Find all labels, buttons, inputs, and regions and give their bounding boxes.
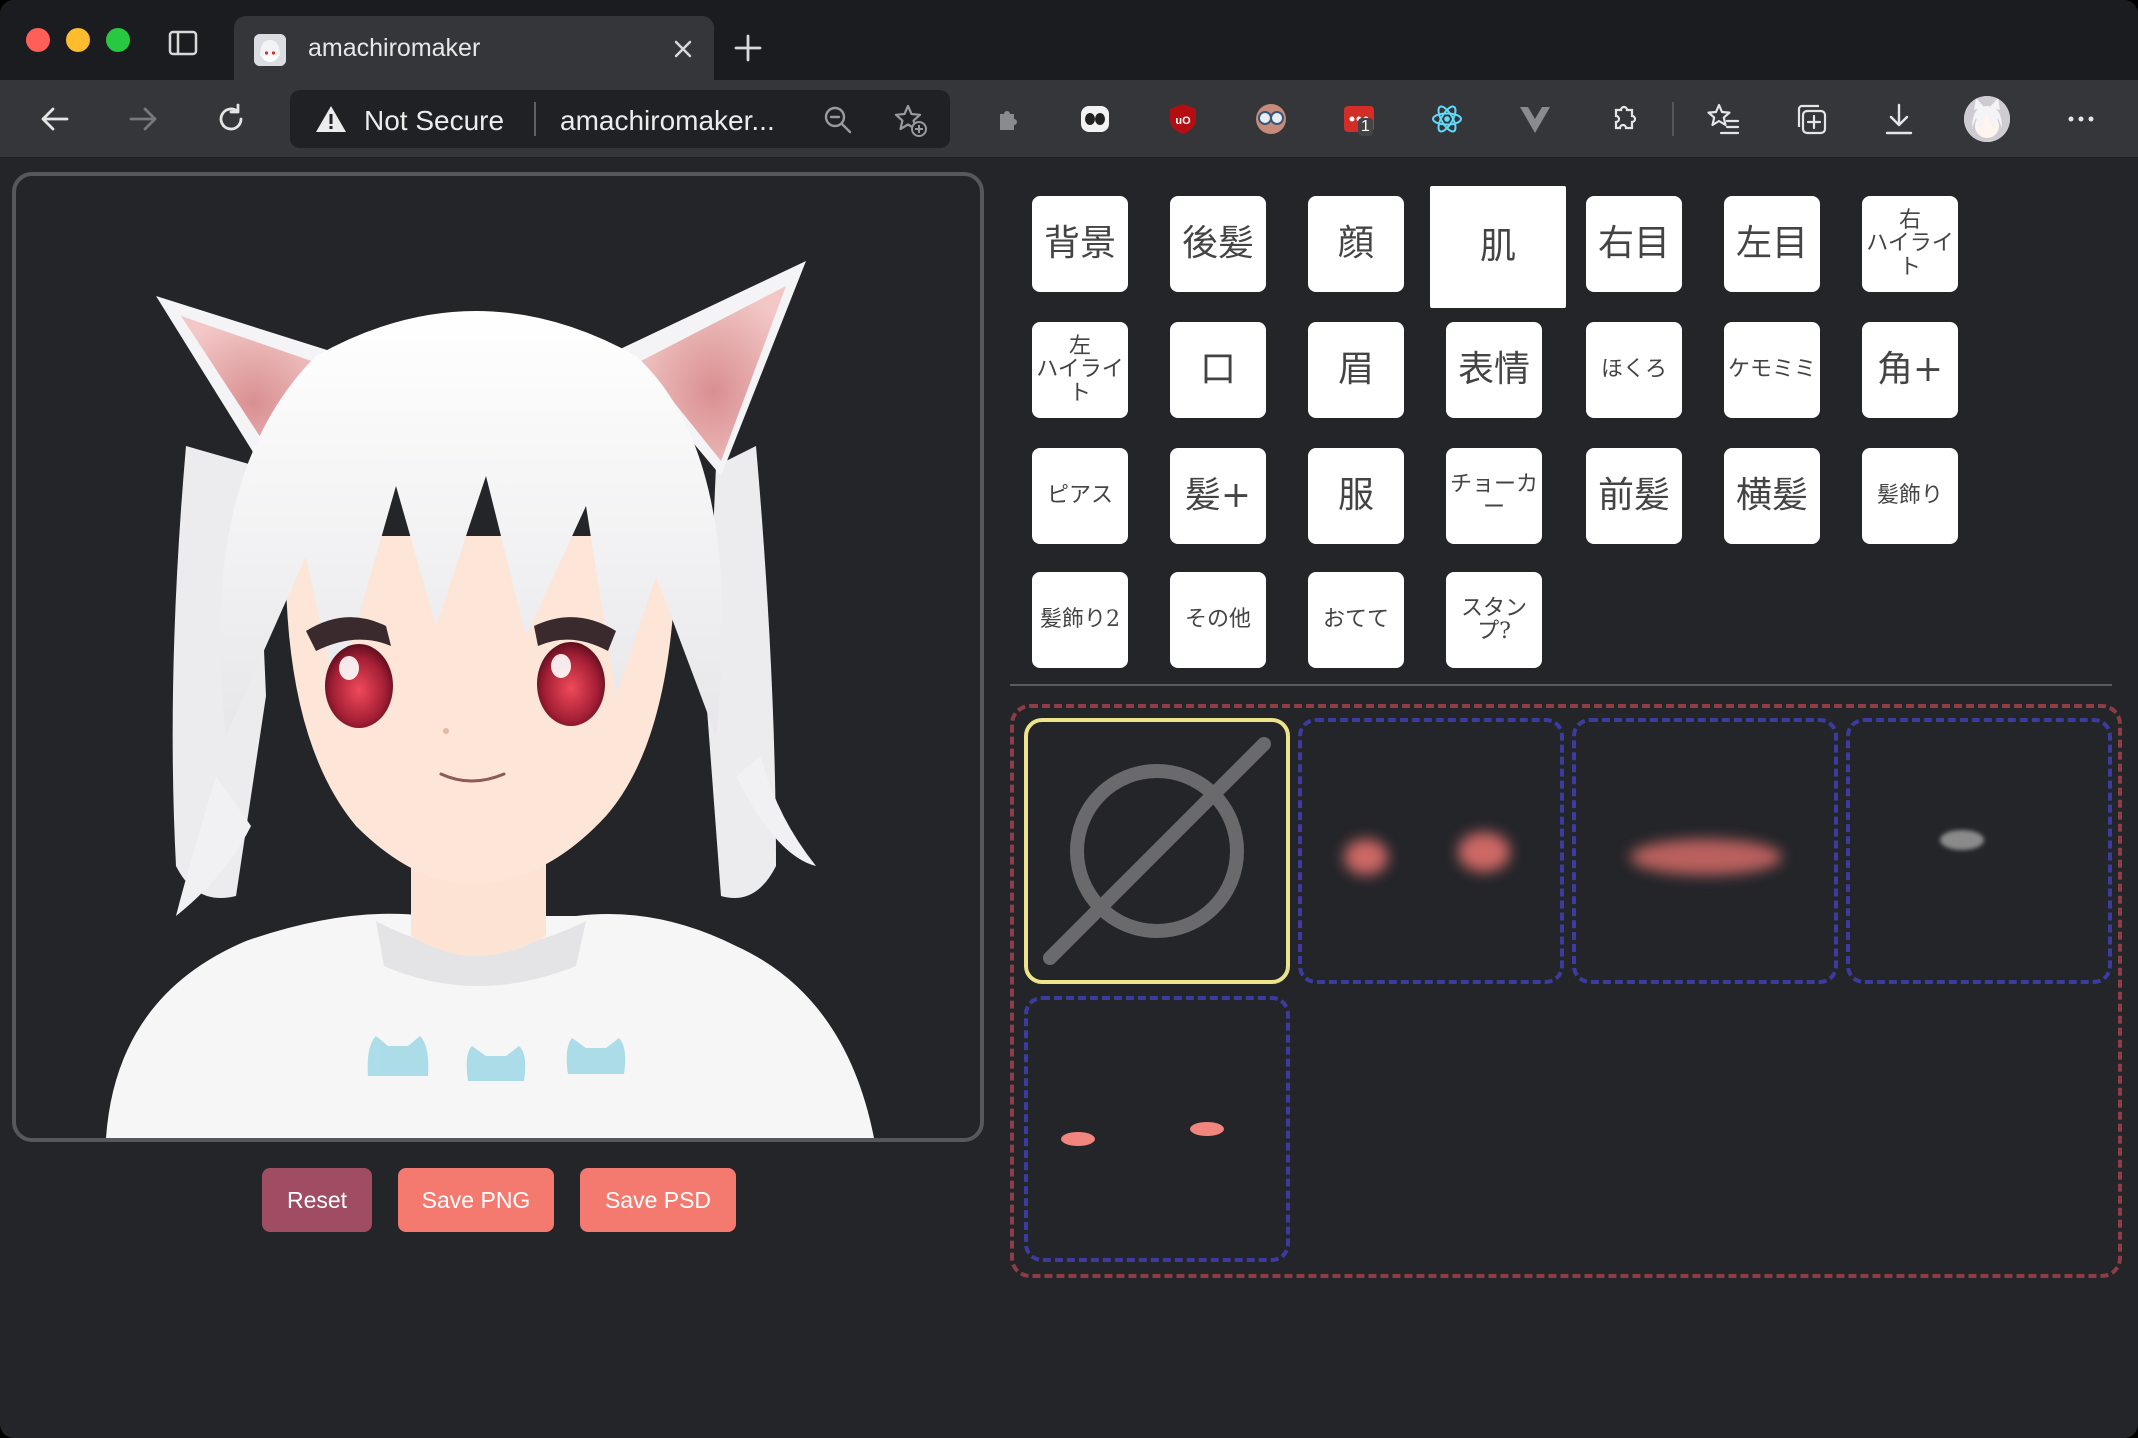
category-tile[interactable]: ケモミミ	[1724, 322, 1820, 418]
blush-band-icon	[1630, 839, 1782, 875]
category-tile[interactable]: スタンプ?	[1446, 572, 1542, 668]
address-separator	[534, 102, 536, 136]
glasses-extension-icon[interactable]	[1252, 100, 1290, 138]
blush-preview-icon	[1344, 832, 1510, 875]
warning-icon	[314, 104, 348, 134]
option-blush-band[interactable]	[1572, 718, 1838, 984]
close-window-button[interactable]	[26, 28, 50, 52]
add-favorite-icon[interactable]	[892, 102, 928, 138]
extension-badge: 1	[1358, 118, 1373, 136]
category-tile[interactable]: 口	[1170, 322, 1266, 418]
category-tile[interactable]: 右目	[1586, 196, 1682, 292]
url-text[interactable]: amachiromaker...	[560, 105, 775, 137]
ghost-extension-icon[interactable]	[1076, 100, 1114, 138]
option-none[interactable]	[1024, 718, 1290, 984]
character-illustration	[106, 261, 874, 1138]
tab-bar: amachiromaker	[0, 0, 2138, 80]
character-preview	[12, 172, 984, 1142]
category-tile[interactable]: 背景	[1032, 196, 1128, 292]
new-tab-icon[interactable]	[730, 30, 766, 66]
minimize-window-button[interactable]	[66, 28, 90, 52]
category-tile[interactable]: ピアス	[1032, 448, 1128, 544]
react-devtools-icon[interactable]	[1428, 100, 1466, 138]
collections-icon[interactable]	[1792, 100, 1830, 138]
address-bar[interactable]: Not Secure amachiromaker...	[290, 90, 950, 148]
empty-set-icon	[1043, 737, 1271, 965]
lastpass-extension-icon[interactable]: 1	[1340, 100, 1378, 138]
reset-button[interactable]: Reset	[262, 1168, 372, 1232]
browser-window: amachiromaker Not Secure amachiromaker..…	[0, 0, 2138, 1438]
blush-small-icon	[1061, 1122, 1224, 1146]
save-psd-button[interactable]: Save PSD	[580, 1168, 736, 1232]
category-tile[interactable]: 髪飾り2	[1032, 572, 1128, 668]
category-tile[interactable]: 横髪	[1724, 448, 1820, 544]
tab-actions-icon[interactable]	[168, 30, 198, 56]
security-status[interactable]: Not Secure	[364, 105, 504, 137]
category-tile[interactable]: ほくろ	[1586, 322, 1682, 418]
category-tile[interactable]: 前髪	[1586, 448, 1682, 544]
option-blush-round[interactable]	[1298, 718, 1564, 984]
back-icon[interactable]	[36, 100, 74, 138]
close-tab-icon[interactable]	[670, 36, 696, 62]
option-blush-small[interactable]	[1024, 996, 1290, 1262]
zoom-out-icon[interactable]	[822, 104, 854, 136]
page-content: Reset Save PNG Save PSD 背景 後髪顔肌右目 左目右 ハイライ…	[0, 158, 2138, 1438]
tab-favicon-icon	[254, 34, 286, 66]
profile-avatar[interactable]	[1964, 96, 2010, 142]
vue-devtools-icon[interactable]	[1516, 100, 1554, 138]
category-tile[interactable]: 髪飾り	[1862, 448, 1958, 544]
toolbar-divider	[1672, 102, 1674, 136]
category-tile[interactable]: 角+	[1862, 322, 1958, 418]
category-tile[interactable]: 表情	[1446, 322, 1542, 418]
extensions-icon[interactable]	[1604, 100, 1642, 138]
category-tile[interactable]: おてて	[1308, 572, 1404, 668]
category-tile[interactable]: 左 ハイライト	[1032, 322, 1128, 418]
section-divider	[1010, 684, 2112, 686]
mole-preview-icon	[1940, 830, 1984, 850]
favorites-icon[interactable]	[1704, 100, 1742, 138]
puzzle-extension-icon[interactable]	[988, 100, 1026, 138]
downloads-icon[interactable]	[1880, 100, 1918, 138]
maximize-window-button[interactable]	[106, 28, 130, 52]
browser-tab[interactable]: amachiromaker	[234, 16, 714, 80]
save-png-button[interactable]: Save PNG	[398, 1168, 554, 1232]
ublock-extension-icon[interactable]: uO	[1164, 100, 1202, 138]
browser-toolbar: Not Secure amachiromaker... uO 1	[0, 80, 2138, 158]
category-tile[interactable]: 右 ハイライト	[1862, 196, 1958, 292]
category-tile[interactable]: その他	[1170, 572, 1266, 668]
category-tile[interactable]: 肌	[1430, 186, 1566, 308]
forward-icon[interactable]	[124, 100, 162, 138]
category-tile[interactable]: チョーカー	[1446, 448, 1542, 544]
reload-icon[interactable]	[212, 100, 250, 138]
category-tile[interactable]: 顔	[1308, 196, 1404, 292]
category-tile[interactable]: 後髪	[1170, 196, 1266, 292]
more-menu-icon[interactable]	[2062, 100, 2100, 138]
category-tile[interactable]: 眉	[1308, 322, 1404, 418]
tab-title: amachiromaker	[308, 34, 481, 62]
category-tile[interactable]: 服	[1308, 448, 1404, 544]
category-tile[interactable]: 左目	[1724, 196, 1820, 292]
category-tile[interactable]: 髪+	[1170, 448, 1266, 544]
svg-text:uO: uO	[1175, 115, 1191, 127]
option-mole[interactable]	[1846, 718, 2112, 984]
